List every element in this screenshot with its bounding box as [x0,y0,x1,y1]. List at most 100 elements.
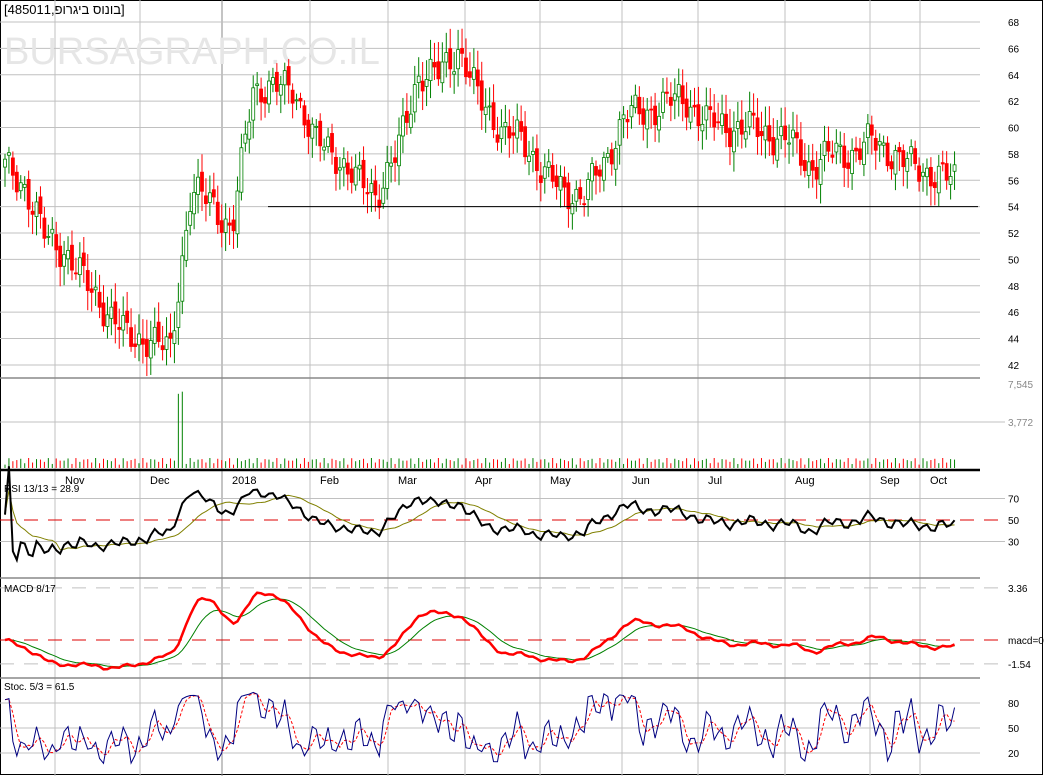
candle-body [152,326,157,344]
candle-body [676,84,681,98]
candle-body [207,192,212,203]
candle-body [180,255,185,302]
candle-body [148,340,153,359]
candle-body [385,162,390,189]
candle-body [271,77,275,85]
candle-body [278,84,283,96]
candle-body [93,286,98,291]
candle-body [345,162,350,175]
candle-body [728,128,732,148]
candle-body [909,146,914,155]
candle-body [66,250,70,260]
candle-body [913,148,918,164]
candle-body [932,182,937,188]
candle-body [834,142,839,153]
candle-body [290,89,295,104]
macd-tick: -1.54 [1008,660,1031,671]
candle-body [215,201,220,225]
candle-body [113,301,118,325]
candle-body [708,106,713,110]
candle-body [318,120,323,147]
price-tick: 58 [1008,150,1020,161]
candle-body [574,188,579,202]
candle-body [511,132,516,136]
candle-body [456,49,461,70]
candle-body [538,175,543,183]
candle-body [881,142,886,146]
candle-body [633,94,638,109]
candle-body [653,105,657,126]
rsi-tick: 50 [1008,516,1020,527]
rsi-tick: 30 [1008,538,1020,549]
candle-body [471,67,476,80]
candle-body [219,220,224,233]
candle-body [617,119,622,146]
candle-body [783,125,788,141]
candle-body [444,52,449,63]
candle-body [688,106,693,123]
candle-body [637,96,642,115]
candle-body [952,164,957,172]
candle-body [759,131,764,137]
candle-body [806,161,811,176]
volume-tick: 3,772 [1008,418,1033,429]
chart-marks [3,28,978,765]
candle-body [235,190,240,235]
candle-body [523,126,527,158]
candle-body [62,254,66,267]
month-label: Aug [795,475,815,487]
candle-body [775,138,780,161]
candle-body [10,157,15,176]
candle-body [858,148,862,160]
candle-body [412,84,417,113]
candle-body [668,96,673,106]
price-tick: 66 [1008,44,1020,55]
candle-body [3,158,7,168]
candle-body [7,152,11,156]
candle-body [948,176,953,185]
candle-body [137,333,141,346]
candle-body [507,126,512,139]
candle-body [109,306,114,319]
stoch-tick: 80 [1008,699,1020,710]
candle-body [877,140,882,146]
candle-body [649,108,654,111]
candle-body [869,124,874,136]
candle-body [873,137,878,151]
candle-body [582,203,587,206]
candle-body [42,217,47,239]
candle-body [117,327,122,330]
candle-body [468,71,472,78]
candle-body [779,126,784,137]
candle-body [499,126,504,139]
candle-body [58,245,63,267]
month-label: Feb [320,475,339,487]
axis-labels: Nov Dec 2018 Feb Mar Apr May Jun Jul Aug Sep Oct686… [65,18,1044,760]
candle-body [204,195,208,205]
candle-body [81,252,86,266]
candle-body [818,159,823,185]
candle-body [74,272,78,275]
candle-body [739,119,744,135]
candle-body [621,114,626,120]
candle-body [22,184,27,188]
candle-body [192,192,197,215]
candle-body [50,228,55,234]
price-tick: 54 [1008,203,1020,214]
candle-body [365,192,370,195]
candle-body [546,161,551,168]
candle-body [18,182,23,192]
candle-body [448,48,453,70]
candle-body [822,140,827,156]
candle-body [105,314,110,327]
candle-body [373,180,378,196]
candle-body [227,222,232,226]
candle-body [925,167,929,178]
candle-body [625,118,630,123]
candle-body [487,105,492,108]
price-tick: 52 [1008,229,1020,240]
candle-body [306,119,311,137]
candle-body [428,58,433,81]
stoch-tick: 20 [1008,749,1020,760]
candle-body [535,148,539,172]
